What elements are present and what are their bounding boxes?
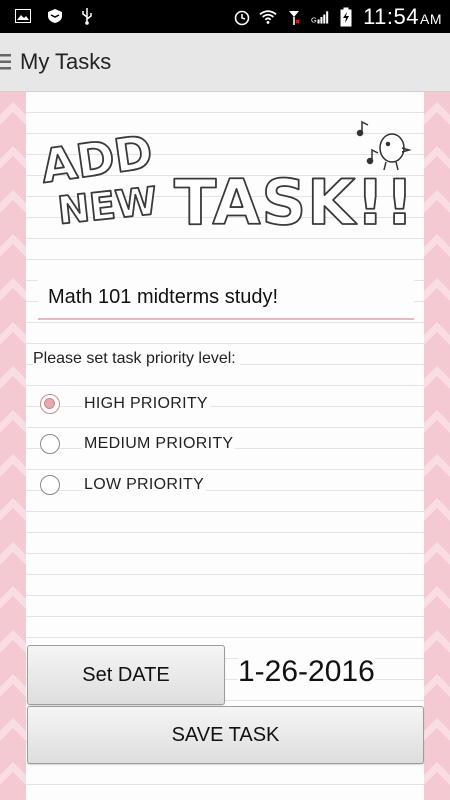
hamburger-icon[interactable] <box>0 53 12 71</box>
wifi-icon <box>259 8 277 26</box>
battery-charging-icon <box>337 7 355 27</box>
app-title[interactable]: My Tasks <box>20 49 111 75</box>
radio-button-checked[interactable] <box>40 394 60 414</box>
left-decorative-stripe <box>0 92 26 800</box>
action-bar: My Tasks <box>0 33 450 92</box>
task-name-value[interactable]: Math 101 midterms study! <box>48 286 278 309</box>
usb-icon <box>78 7 96 25</box>
date-value: 1-26-2016 <box>238 655 375 689</box>
shield-icon <box>46 7 64 25</box>
radio-label-low[interactable]: LOW PRIORITY <box>82 476 207 494</box>
radio-low-priority[interactable]: LOW PRIORITY <box>40 475 207 495</box>
radio-high-priority[interactable]: HIGH PRIORITY <box>40 394 210 414</box>
headline-task: TASK!! <box>174 166 415 235</box>
no-signal-icon <box>285 8 303 26</box>
add-new-task-headline: ADD NEW TASK!! <box>37 120 415 235</box>
radio-button[interactable] <box>40 434 60 454</box>
status-bar: G 11:54AM <box>0 0 450 33</box>
task-name-field[interactable]: Math 101 midterms study! <box>38 278 414 320</box>
status-clock: 11:54AM <box>363 4 442 29</box>
headline-new: NEW <box>56 179 160 233</box>
radio-label-medium[interactable]: MEDIUM PRIORITY <box>82 435 236 453</box>
music-bird-icon <box>356 120 412 171</box>
image-icon <box>14 7 32 25</box>
svg-text:G: G <box>311 16 317 25</box>
set-date-button[interactable]: Set DATE <box>27 645 225 705</box>
priority-prompt: Please set task priority level: <box>33 350 240 368</box>
radio-medium-priority[interactable]: MEDIUM PRIORITY <box>40 434 236 454</box>
radio-label-high[interactable]: HIGH PRIORITY <box>82 395 210 413</box>
save-task-button[interactable]: SAVE TASK <box>27 706 424 764</box>
alarm-icon <box>233 8 251 26</box>
radio-button[interactable] <box>40 475 60 495</box>
right-decorative-stripe <box>424 92 450 800</box>
signal-bars-icon: G <box>311 8 329 26</box>
